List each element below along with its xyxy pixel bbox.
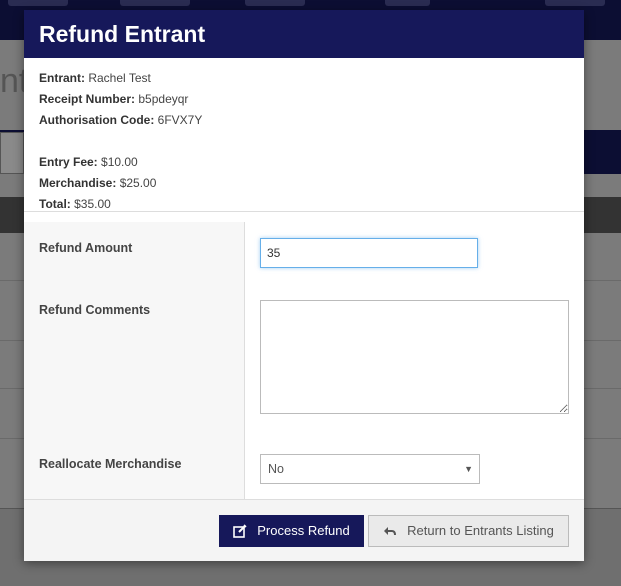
auth-code-value: 6FVX7Y	[157, 113, 203, 127]
merchandise-label: Merchandise:	[39, 176, 117, 190]
total-label: Total:	[39, 197, 71, 211]
dropdown-arrow-icon: ▼	[464, 464, 473, 474]
total-value: $35.00	[74, 197, 111, 211]
background-nav-tab	[120, 0, 190, 6]
entry-fee-line: Entry Fee: $10.00	[39, 152, 569, 173]
modal-footer: Process Refund Return to Entrants Listin…	[24, 499, 584, 561]
receipt-line: Receipt Number: b5pdeyqr	[39, 89, 569, 110]
process-refund-button[interactable]: Process Refund	[219, 515, 364, 547]
entry-fee-label: Entry Fee:	[39, 155, 98, 169]
background-nav-tab	[545, 0, 605, 6]
receipt-value: b5pdeyqr	[138, 92, 189, 106]
form-label-column: Refund Amount Refund Comments Reallocate…	[24, 222, 245, 499]
refund-comments-textarea[interactable]	[260, 300, 569, 414]
modal-title: Refund Entrant	[24, 10, 584, 58]
receipt-label: Receipt Number:	[39, 92, 136, 106]
refund-comments-label: Refund Comments	[39, 303, 151, 317]
entrant-info-panel: Entrant: Rachel Test Receipt Number: b5p…	[24, 58, 584, 212]
reallocate-merchandise-select[interactable]: No ▼	[260, 454, 480, 484]
edit-icon	[233, 523, 247, 538]
entrant-line: Entrant: Rachel Test	[39, 68, 569, 89]
entry-fee-value: $10.00	[101, 155, 138, 169]
background-nav-tab	[385, 0, 430, 6]
background-nav-tab	[8, 0, 68, 6]
auth-code-line: Authorisation Code: 6FVX7Y	[39, 110, 569, 131]
refund-form: Refund Amount Refund Comments Reallocate…	[24, 222, 584, 499]
reply-arrow-icon	[384, 526, 397, 535]
return-to-listing-label: Return to Entrants Listing	[407, 523, 554, 538]
process-refund-label: Process Refund	[257, 523, 350, 538]
refund-entrant-modal: Refund Entrant Entrant: Rachel Test Rece…	[24, 10, 584, 561]
refund-amount-label: Refund Amount	[39, 241, 133, 255]
merchandise-value: $25.00	[119, 176, 157, 190]
total-line: Total: $35.00	[39, 194, 569, 215]
return-to-listing-button[interactable]: Return to Entrants Listing	[368, 515, 569, 547]
reallocate-merchandise-label: Reallocate Merchandise	[39, 457, 182, 471]
background-search-input	[0, 132, 24, 174]
entrant-value: Rachel Test	[88, 71, 151, 85]
background-nav-tab	[245, 0, 305, 6]
merchandise-line: Merchandise: $25.00	[39, 173, 569, 194]
auth-code-label: Authorisation Code:	[39, 113, 155, 127]
entrant-label: Entrant:	[39, 71, 85, 85]
refund-amount-input[interactable]	[260, 238, 478, 268]
reallocate-selected-value: No	[268, 462, 284, 476]
